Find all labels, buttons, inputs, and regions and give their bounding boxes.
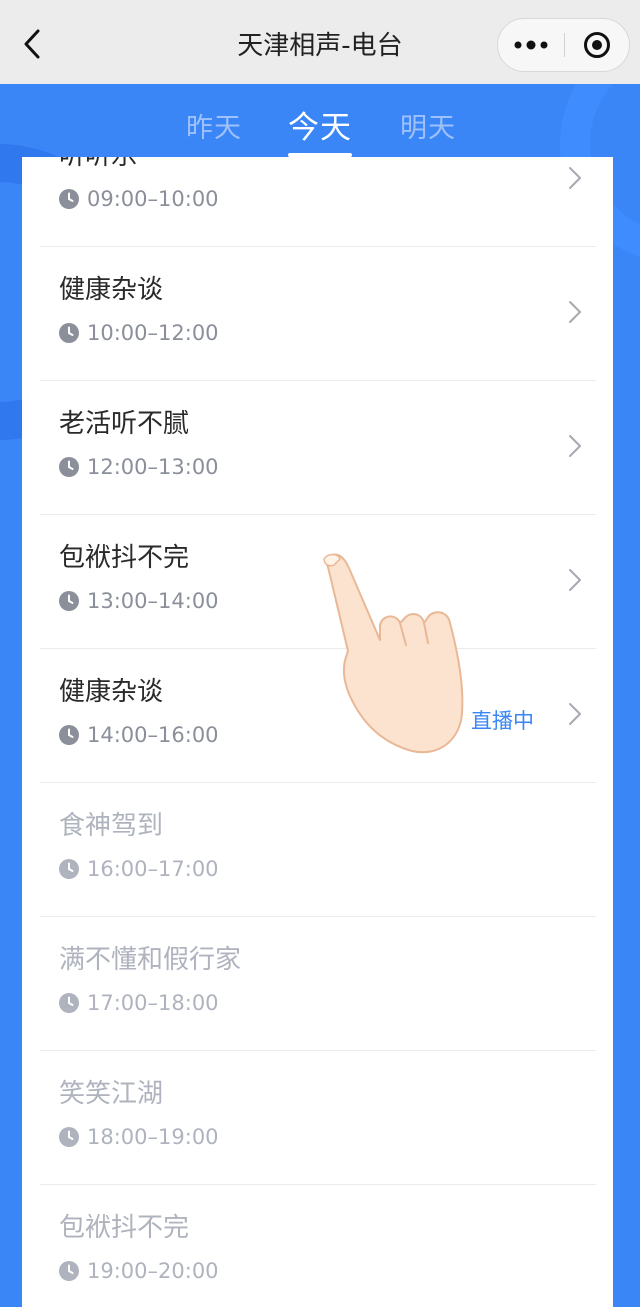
time-range: 19:00–20:00 [87,1259,219,1283]
program-name: 听听乐 [59,157,137,172]
program-time: 09:00–10:00 [59,187,219,211]
chevron-right-icon [569,569,581,591]
program-name: 包袱抖不完 [59,1213,190,1243]
live-badge: 直播中 [471,709,534,733]
clock-icon [59,1261,79,1281]
program-time: 17:00–18:00 [59,991,219,1015]
list-item[interactable]: 老活听不腻 12:00–13:00 [40,381,596,515]
program-name: 包袱抖不完 [59,543,190,573]
close-button[interactable] [565,19,629,71]
chevron-right-icon [569,301,581,323]
program-name: 老活听不腻 [59,409,190,439]
mini-program-capsule [497,18,630,72]
program-time: 13:00–14:00 [59,589,219,613]
program-name: 笑笑江湖 [59,1079,164,1109]
list-item: 满不懂和假行家 17:00–18:00 [40,917,596,1051]
nav-bar: 天津相声-电台 [0,0,640,84]
list-item: 食神驾到 16:00–17:00 [40,783,596,917]
chevron-right-icon [569,703,581,725]
time-range: 13:00–14:00 [87,589,219,613]
tab-today[interactable]: 今天 [288,102,352,157]
time-range: 17:00–18:00 [87,991,219,1015]
time-range: 18:00–19:00 [87,1125,219,1149]
program-time: 14:00–16:00 [59,723,219,747]
more-dots-icon [514,40,548,50]
clock-icon [59,591,79,611]
time-range: 14:00–16:00 [87,723,219,747]
program-time: 12:00–13:00 [59,455,219,479]
pointing-hand-icon [323,553,464,754]
clock-icon [59,725,79,745]
time-range: 16:00–17:00 [87,857,219,881]
clock-icon [59,1127,79,1147]
time-range: 09:00–10:00 [87,187,219,211]
tab-tomorrow[interactable]: 明天 [400,106,456,145]
chevron-right-icon [569,167,581,189]
program-time: 10:00–12:00 [59,321,219,345]
chevron-right-icon [569,435,581,457]
tab-today-label: 今天 [288,110,352,146]
time-range: 12:00–13:00 [87,455,219,479]
target-close-icon [584,32,610,58]
clock-icon [59,189,79,209]
list-item[interactable]: 听听乐 09:00–10:00 [40,157,596,247]
clock-icon [59,457,79,477]
program-time: 19:00–20:00 [59,1259,219,1283]
program-time: 18:00–19:00 [59,1125,219,1149]
list-item[interactable]: 健康杂谈 10:00–12:00 [40,247,596,381]
clock-icon [59,859,79,879]
program-name: 健康杂谈 [59,275,164,305]
clock-icon [59,323,79,343]
list-item: 笑笑江湖 18:00–19:00 [40,1051,596,1185]
list-item: 包袱抖不完 19:00–20:00 [40,1185,596,1307]
program-name: 健康杂谈 [59,677,164,707]
tab-yesterday[interactable]: 昨天 [186,106,242,145]
more-button[interactable] [498,19,564,71]
day-tabs: 昨天 今天 明天 [0,84,640,158]
program-name: 满不懂和假行家 [59,945,242,975]
clock-icon [59,993,79,1013]
time-range: 10:00–12:00 [87,321,219,345]
program-name: 食神驾到 [59,811,164,841]
program-time: 16:00–17:00 [59,857,219,881]
